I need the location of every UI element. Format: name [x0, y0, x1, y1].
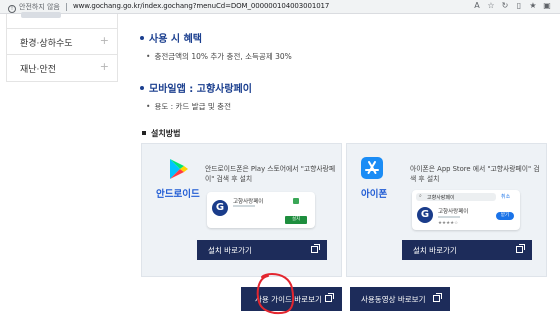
sidebar-item-partial [21, 12, 61, 18]
google-play-icon [170, 159, 188, 179]
gohyang-pay-logo-icon: G [212, 200, 228, 216]
app-store-icon [361, 157, 383, 179]
mobile-app-heading: 모바일앱 : 고향사랑페이 [140, 80, 252, 95]
divider [66, 3, 67, 11]
play-install-button[interactable]: 설치 [285, 216, 307, 224]
play-badge-icon [293, 198, 299, 204]
install-method-heading: 설치방법 [142, 128, 180, 139]
gohyang-pay-logo-icon: G [417, 207, 433, 223]
app-name: 고향사랑페이 [438, 209, 469, 215]
app-store-get-button[interactable]: 받기 [496, 212, 514, 220]
usage-benefit-text: 충전금액의 10% 추가 충전, 소득공제 30% [146, 51, 291, 62]
usage-guide-label: 사용 가이드 바로보기 [255, 295, 322, 304]
sidebar-menu: 환경·상하수도 + 재난·안전 + [6, 12, 118, 82]
browser-toolbar: A ☆ ↻ ▯ ★ ▣ [470, 1, 554, 10]
usage-video-label: 사용동영상 바로보기 [361, 295, 426, 304]
android-description: 안드로이드폰은 Play 스토어에서 "고향사랑페이" 검색 후 설치 [205, 165, 336, 183]
android-install-link-label: 설치 바로가기 [208, 246, 252, 255]
app-store-search-field: ⌕ 고향사랑페이 [416, 193, 496, 201]
app-meta-line [438, 216, 460, 218]
iphone-description: 아이폰은 App Store 에서 "고향사랑페이" 검색 후 설치 [410, 165, 540, 183]
search-icon: ⌕ [419, 193, 422, 199]
app-meta-line [233, 205, 255, 207]
warning-icon: ! [8, 5, 16, 13]
split-screen-icon[interactable]: ▯ [512, 1, 526, 10]
app-name: 고향사랑페이 [233, 199, 264, 205]
browser-address-bar: ! 안전하지 않음 www.gochang.go.kr/index.gochang… [0, 0, 560, 14]
external-link-icon [311, 244, 320, 253]
usage-benefit-heading: 사용 시 혜택 [140, 30, 202, 45]
ios-panel: 아이폰 아이폰은 App Store 에서 "고향사랑페이" 검색 후 설치 ⌕… [346, 143, 547, 277]
sidebar-item-label: 환경·상하수도 [20, 39, 73, 49]
android-panel: 안드로이드 안드로이드폰은 Play 스토어에서 "고향사랑페이" 검색 후 설… [141, 143, 342, 277]
android-install-link-button[interactable]: 설치 바로가기 [197, 240, 327, 260]
android-label: 안드로이드 [156, 189, 200, 200]
sidebar-item-environment[interactable]: 환경·상하수도 + [7, 28, 117, 54]
url-field[interactable]: www.gochang.go.kr/index.gochang?menuCd=D… [73, 2, 329, 10]
plus-icon[interactable]: + [100, 34, 109, 47]
read-aloud-icon[interactable]: A [470, 1, 484, 10]
play-store-app-card: G 고향사랑페이 설치 [207, 192, 315, 228]
external-link-icon [325, 293, 334, 302]
app-store-search-text: 고향사랑페이 [427, 195, 455, 201]
favorite-star-icon[interactable]: ☆ [484, 1, 498, 10]
favorites-icon[interactable]: ★ [526, 1, 540, 10]
ios-install-link-label: 설치 바로가기 [413, 246, 457, 255]
iphone-label: 아이폰 [361, 189, 388, 200]
refresh-icon[interactable]: ↻ [498, 1, 512, 10]
security-warning-label: 안전하지 않음 [19, 3, 60, 11]
usage-guide-button[interactable]: 사용 가이드 바로보기 [241, 287, 342, 311]
app-store-app-card: ⌕ 고향사랑페이 취소 G 고향사랑페이 ★★★★☆ 받기 [412, 190, 520, 230]
external-link-icon [433, 293, 442, 302]
app-store-cancel[interactable]: 취소 [501, 193, 510, 200]
mobile-app-text: 용도 : 카드 발급 및 충전 [146, 101, 231, 112]
rating-stars-icon: ★★★★☆ [438, 221, 459, 226]
usage-video-button[interactable]: 사용동영상 바로보기 [350, 287, 450, 311]
sidebar-item-disaster[interactable]: 재난·안전 + [7, 54, 117, 80]
plus-icon[interactable]: + [100, 60, 109, 73]
sidebar-item-label: 재난·안전 [20, 65, 56, 75]
external-link-icon [516, 244, 525, 253]
collections-icon[interactable]: ▣ [540, 1, 554, 10]
ios-install-link-button[interactable]: 설치 바로가기 [402, 240, 532, 260]
